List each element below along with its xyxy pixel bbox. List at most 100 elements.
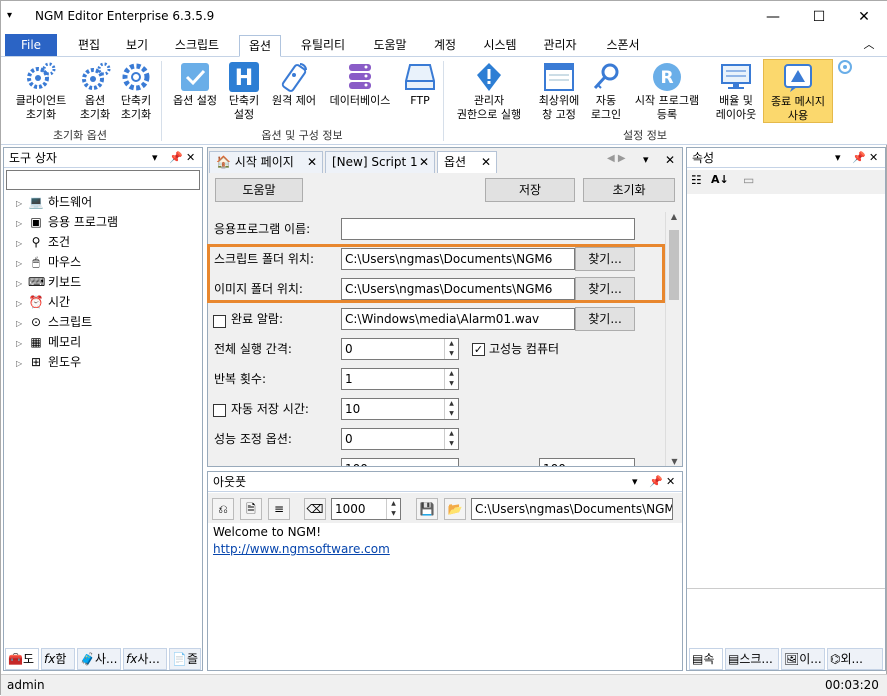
maximize-button[interactable]: ☐ — [796, 1, 842, 33]
pin-icon[interactable]: 📌 — [649, 472, 663, 492]
document-settings-icon[interactable]: 🗎 — [240, 498, 262, 520]
pin-icon[interactable]: 📌 — [852, 148, 866, 168]
chevron-down-icon[interactable]: ▾ — [643, 153, 649, 166]
chevron-down-icon[interactable]: ▾ — [632, 472, 638, 492]
tab-image[interactable]: 🖼이... — [781, 648, 825, 670]
run-as-admin-button[interactable]: 관리자 권한으로 실행 — [447, 59, 531, 122]
shortcut-settings-button[interactable]: H 단축키 설정 — [223, 59, 265, 122]
tree-item-window[interactable]: ▷ ⊞ 윈도우 — [16, 352, 81, 372]
categorized-icon[interactable]: ☷ — [691, 173, 702, 187]
reset-shortcuts-button[interactable]: 단축키 초기화 — [115, 59, 157, 122]
wrap-lines-icon[interactable]: ≡ — [268, 498, 290, 520]
app-name-input[interactable] — [341, 218, 635, 240]
tab-admin[interactable]: 관리자 — [535, 35, 585, 57]
tab-options[interactable]: 옵션 — [239, 35, 281, 57]
chevron-down-icon[interactable]: ▾ — [152, 148, 158, 168]
spinner-arrows[interactable]: ▲ ▼ — [444, 429, 458, 449]
close-tab-icon[interactable]: ✕ — [481, 152, 491, 172]
scrollbar-thumb[interactable] — [669, 230, 679, 300]
close-icon[interactable]: ✕ — [186, 148, 195, 168]
tree-item-condition[interactable]: ▷ ⚲ 조건 — [16, 232, 70, 252]
partial-spinner-1[interactable]: 100 — [341, 458, 459, 466]
tab-edit[interactable]: 편집 — [69, 35, 109, 57]
tab-script[interactable]: 스크립트 — [165, 35, 229, 57]
reset-options-button[interactable]: 옵션 초기화 — [75, 59, 115, 122]
output-link[interactable]: http://www.ngmsoftware.com — [213, 542, 390, 556]
tab-toolbox[interactable]: 🧰도 — [5, 648, 39, 670]
toolbox-search-input[interactable] — [6, 170, 200, 190]
close-tab-icon[interactable]: ✕ — [307, 152, 317, 172]
always-on-top-button[interactable]: 최상위에 창 고정 — [531, 59, 587, 122]
tab-file[interactable]: File — [5, 34, 57, 56]
autosave-spinner[interactable]: 10 ▲ ▼ — [341, 398, 459, 420]
close-window-button[interactable]: ✕ — [841, 1, 887, 33]
partial-spinner-2[interactable]: 100 — [539, 458, 635, 466]
refresh-icon[interactable] — [835, 59, 855, 79]
tab-external[interactable]: ⌬외... — [827, 648, 883, 670]
close-tab-icon[interactable]: ✕ — [419, 152, 429, 172]
spinner-arrows[interactable]: ▲ ▼ — [386, 499, 400, 519]
scale-layout-button[interactable]: 배율 및 레이아웃 — [709, 59, 763, 122]
tab-functions[interactable]: fx함 — [41, 648, 75, 670]
tab-help[interactable]: 도움말 — [365, 35, 415, 57]
alarm-input[interactable]: C:\Windows\media\Alarm01.wav — [341, 308, 575, 330]
ribbon-collapse-icon[interactable]: ︿ — [857, 35, 881, 57]
close-icon[interactable]: ✕ — [666, 472, 675, 492]
tree-item-keyboard[interactable]: ▷ ⌨ 키보드 — [16, 272, 81, 292]
exit-message-button[interactable]: 종료 메시지 사용 — [763, 59, 833, 123]
interval-spinner[interactable]: 0 ▲ ▼ — [341, 338, 459, 360]
folder-icon[interactable]: 📂 — [444, 498, 466, 520]
spinner-arrows[interactable]: ▲ ▼ — [444, 369, 458, 389]
tab-account[interactable]: 계정 — [425, 35, 465, 57]
output-path-input[interactable]: C:\Users\ngmas\Documents\NGM6\ — [471, 498, 673, 520]
spinner-arrows[interactable]: ▲ ▼ — [444, 399, 458, 419]
startup-register-button[interactable]: R 시작 프로그램 등록 — [625, 59, 709, 122]
tab-utility[interactable]: 유틸리티 — [291, 35, 355, 57]
tab-sponsor[interactable]: 스폰서 — [595, 35, 651, 57]
options-scrollbar[interactable]: ▲ ▼ — [665, 212, 682, 466]
pin-icon[interactable]: 📌 — [169, 148, 183, 168]
tree-item-script[interactable]: ▷ ⊙ 스크립트 — [16, 312, 92, 332]
close-icon[interactable]: ✕ — [869, 148, 878, 168]
tab-scroll-arrows[interactable]: ◀ ▶ — [607, 153, 626, 164]
ftp-button[interactable]: FTP — [399, 59, 441, 108]
remote-control-button[interactable]: 원격 제어 — [265, 59, 323, 108]
tree-item-application[interactable]: ▷ ▣ 응용 프로그램 — [16, 212, 118, 232]
tab-user-functions[interactable]: fx사... — [123, 648, 167, 670]
tree-item-time[interactable]: ▷ ⏰ 시간 — [16, 292, 70, 312]
tab-script-1[interactable]: [New] Script 1 ✕ — [325, 151, 435, 173]
repeat-spinner[interactable]: 1 ▲ ▼ — [341, 368, 459, 390]
reset-client-button[interactable]: 클라이언트 초기화 — [5, 59, 77, 122]
high-perf-checkbox[interactable]: ✓ — [472, 343, 485, 356]
sort-az-icon[interactable]: A↓ — [711, 173, 729, 186]
help-button[interactable]: 도움말 — [215, 178, 303, 202]
tab-system[interactable]: 시스템 — [475, 35, 525, 57]
minimize-button[interactable]: — — [750, 1, 796, 33]
tab-properties[interactable]: ▤속 — [689, 648, 723, 670]
autosave-checkbox[interactable] — [213, 404, 226, 417]
save-button[interactable]: 저장 — [485, 178, 575, 202]
chevron-down-icon[interactable]: ▾ — [835, 148, 841, 168]
perf-spinner[interactable]: 0 ▲ ▼ — [341, 428, 459, 450]
auto-login-button[interactable]: 자동 로그인 — [587, 59, 625, 122]
save-icon[interactable]: 💾 — [416, 498, 438, 520]
quick-access-dropdown[interactable]: ▾ — [7, 10, 12, 21]
tab-user-toolbox[interactable]: 🧳사... — [77, 648, 121, 670]
output-count-spinner[interactable]: 1000 ▲ ▼ — [331, 498, 401, 520]
tree-item-memory[interactable]: ▷ ▦ 메모리 — [16, 332, 81, 352]
tab-script-list[interactable]: ▤스크... — [725, 648, 779, 670]
browse-alarm-button[interactable]: 찾기... — [575, 307, 635, 331]
property-pages-icon[interactable]: ▭ — [743, 173, 754, 187]
tab-start-page[interactable]: 🏠 시작 페이지 ✕ — [209, 151, 323, 173]
database-button[interactable]: 데이터베이스 — [323, 59, 397, 108]
spinner-arrows[interactable]: ▲ ▼ — [444, 339, 458, 359]
tab-view[interactable]: 보기 — [117, 35, 157, 57]
close-icon[interactable]: ✕ — [665, 153, 675, 167]
alarm-checkbox[interactable] — [213, 315, 226, 328]
tree-item-hardware[interactable]: ▷ 💻 하드웨어 — [16, 192, 92, 212]
option-settings-button[interactable]: 옵션 설정 — [167, 59, 223, 108]
tree-item-mouse[interactable]: ▷ 🖱 마우스 — [16, 252, 81, 272]
eraser-icon[interactable]: ⌫ — [304, 498, 326, 520]
tab-favorites[interactable]: 📄즐 — [169, 648, 201, 670]
reset-button[interactable]: 초기화 — [583, 178, 675, 202]
